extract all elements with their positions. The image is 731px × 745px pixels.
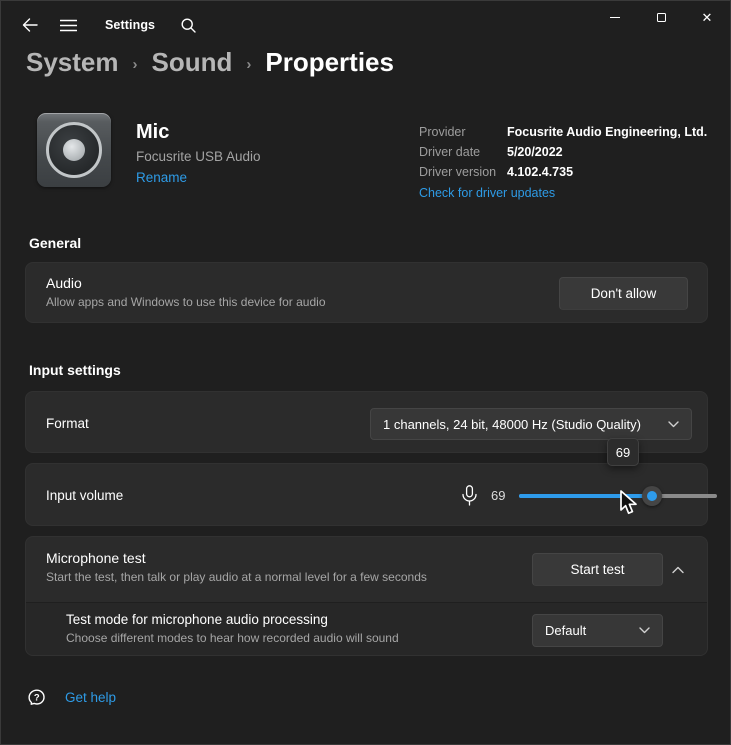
page-title: Properties xyxy=(265,47,394,77)
device-name: Mic xyxy=(136,121,170,143)
microphone-test-title: Microphone test xyxy=(46,550,146,566)
driver-info-value: Focusrite Audio Engineering, Ltd. xyxy=(507,125,708,139)
format-dropdown-value: 1 channels, 24 bit, 48000 Hz (Studio Qua… xyxy=(383,416,641,432)
hamburger-menu-button[interactable] xyxy=(49,9,87,41)
footer: ? Get help xyxy=(27,687,116,707)
search-button[interactable] xyxy=(169,9,207,41)
close-button[interactable]: ✕ xyxy=(684,1,730,33)
test-mode-description: Choose different modes to hear how recor… xyxy=(66,631,399,645)
driver-info-label: Driver version xyxy=(419,165,497,179)
chevron-down-icon xyxy=(668,420,679,428)
slider-value-tooltip: 69 xyxy=(607,438,639,466)
maximize-button[interactable] xyxy=(638,1,684,33)
get-help-icon: ? xyxy=(27,687,47,707)
microphone-icon xyxy=(462,485,477,506)
microphone-test-description: Start the test, then talk or play audio … xyxy=(46,570,427,584)
app-title: Settings xyxy=(105,18,156,32)
test-mode-dropdown-value: Default xyxy=(545,623,587,638)
driver-info-row: Driver date 5/20/2022 xyxy=(419,145,707,159)
format-dropdown[interactable]: 1 channels, 24 bit, 48000 Hz (Studio Qua… xyxy=(370,408,692,440)
audio-row-description: Allow apps and Windows to use this devic… xyxy=(46,295,326,309)
close-icon: ✕ xyxy=(701,9,713,25)
test-mode-title: Test mode for microphone audio processin… xyxy=(66,612,328,627)
driver-info-row: Provider Focusrite Audio Engineering, Lt… xyxy=(419,125,707,139)
breadcrumb-sound[interactable]: Sound xyxy=(152,47,233,78)
driver-info-label: Driver date xyxy=(419,145,481,159)
input-volume-value: 69 xyxy=(491,488,506,503)
speaker-device-icon xyxy=(37,113,111,187)
minimize-button[interactable] xyxy=(592,1,638,33)
breadcrumb: System › Sound › Properties xyxy=(26,47,394,78)
driver-info-label: Provider xyxy=(419,125,466,139)
input-volume-slider[interactable] xyxy=(519,485,717,506)
rename-link[interactable]: Rename xyxy=(136,170,261,185)
device-header: Mic Focusrite USB Audio Rename xyxy=(37,113,261,187)
start-test-button[interactable]: Start test xyxy=(532,553,663,586)
audio-row-title: Audio xyxy=(46,275,82,291)
breadcrumb-system[interactable]: System xyxy=(26,47,119,78)
svg-text:?: ? xyxy=(34,692,40,703)
audio-permission-card: Audio Allow apps and Windows to use this… xyxy=(25,262,708,323)
maximize-icon xyxy=(656,12,666,22)
format-label: Format xyxy=(46,416,89,431)
chevron-down-icon xyxy=(639,627,650,634)
titlebar: Settings ✕ xyxy=(1,1,730,46)
microphone-test-card: Microphone test Start the test, then tal… xyxy=(25,536,708,656)
input-volume-label: Input volume xyxy=(46,488,124,503)
get-help-link[interactable]: Get help xyxy=(65,690,116,705)
device-subtitle: Focusrite USB Audio xyxy=(136,149,261,164)
check-driver-updates-link[interactable]: Check for driver updates xyxy=(419,186,707,200)
chevron-up-icon xyxy=(672,566,684,574)
section-title-general: General xyxy=(29,235,82,251)
search-icon xyxy=(181,17,196,33)
format-card: Format 1 channels, 24 bit, 48000 Hz (Stu… xyxy=(25,391,708,453)
test-mode-dropdown[interactable]: Default xyxy=(532,614,663,647)
slider-thumb[interactable] xyxy=(641,485,662,506)
driver-info: Provider Focusrite Audio Engineering, Lt… xyxy=(419,125,707,200)
breadcrumb-separator-icon: › xyxy=(132,55,138,73)
minimize-icon xyxy=(610,16,620,18)
driver-info-value: 5/20/2022 xyxy=(507,145,563,159)
section-title-input-settings: Input settings xyxy=(29,362,121,378)
back-button[interactable] xyxy=(11,9,49,41)
breadcrumb-separator-icon: › xyxy=(246,55,252,73)
back-arrow-icon xyxy=(22,18,38,32)
test-mode-row: Test mode for microphone audio processin… xyxy=(26,602,707,655)
driver-info-row: Driver version 4.102.4.735 xyxy=(419,165,707,179)
slider-fill xyxy=(519,493,652,498)
collapse-expander-button[interactable] xyxy=(664,559,692,581)
driver-info-value: 4.102.4.735 xyxy=(507,165,574,179)
dont-allow-button[interactable]: Don't allow xyxy=(559,277,688,310)
input-volume-card: Input volume 69 xyxy=(25,463,717,526)
hamburger-icon xyxy=(59,19,77,32)
